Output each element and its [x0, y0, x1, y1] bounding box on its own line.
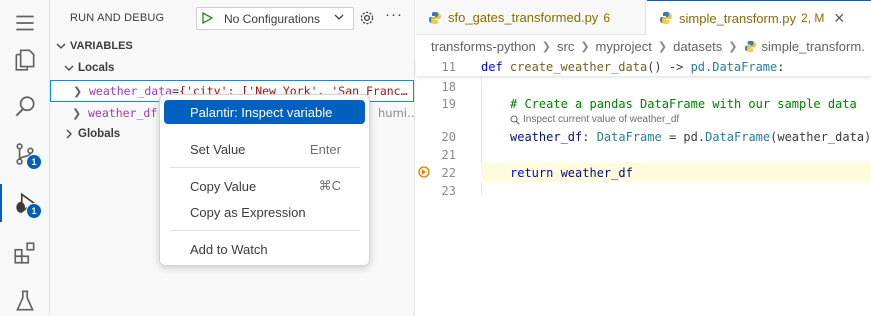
sticky-scroll-header[interactable]: 11 def create_weather_data() -> pd.DataF…: [416, 56, 871, 76]
tab-sfo-gates-transformed[interactable]: sfo_gates_transformed.py 6: [416, 0, 646, 35]
gear-icon[interactable]: [359, 10, 375, 26]
menu-item-shortcut: ⌘C: [318, 178, 341, 193]
python-file-icon: [744, 40, 756, 53]
line-number: 22: [441, 166, 456, 180]
chevron-right-icon: [66, 129, 72, 139]
chevron-right-icon: ❯: [657, 41, 668, 53]
locals-scope[interactable]: Locals: [64, 62, 114, 74]
code-comment: # Create a pandas DataFrame with our sam…: [510, 97, 857, 111]
menu-item-copy-value[interactable]: Copy Value ⌘C: [164, 174, 365, 198]
start-debugging-button[interactable]: [198, 8, 216, 28]
globals-scope[interactable]: Globals: [64, 128, 120, 140]
menu-item-shortcut: Enter: [309, 141, 341, 157]
variable-value-preview: humi…: [378, 106, 414, 120]
tab-filename: sfo_gates_transformed.py: [448, 10, 599, 25]
source-control-badge: 1: [26, 154, 42, 170]
menu-item-label: Set Value: [190, 141, 246, 157]
close-icon[interactable]: ✕: [833, 10, 845, 27]
line-number: 23: [441, 184, 456, 198]
chevron-right-icon: ❯: [73, 84, 83, 98]
search-icon: [510, 114, 520, 125]
chevron-right-icon: ❯: [580, 41, 590, 53]
menu-separator: [170, 230, 360, 231]
locals-label: Locals: [78, 62, 115, 74]
explorer-icon[interactable]: [0, 37, 50, 83]
breadcrumb-item[interactable]: simple_transform.: [762, 39, 865, 54]
breadcrumb-item[interactable]: datasets: [673, 39, 722, 54]
chevron-right-icon: ❯: [728, 41, 738, 53]
search-icon[interactable]: [0, 84, 50, 130]
editor-tabs: sfo_gates_transformed.py 6 simple_transf…: [416, 0, 871, 35]
sticky-code-line: def create_weather_data() -> pd.DataFram…: [481, 60, 785, 74]
line-number: 19: [441, 97, 456, 111]
tab-problem-count: 6: [603, 10, 610, 25]
menu-item-copy-as-expression[interactable]: Copy as Expression: [164, 200, 365, 224]
menu-item-inspect-variable[interactable]: Palantir: Inspect variable: [164, 100, 365, 124]
more-actions-icon[interactable]: ···: [385, 6, 403, 23]
menu-item-label: Copy Value: [190, 178, 257, 194]
python-file-icon: [660, 12, 672, 24]
tab-simple-transform[interactable]: simple_transform.py 2, M ✕: [647, 0, 871, 35]
line-number: 11: [441, 60, 456, 74]
tab-status: 2, M: [801, 11, 825, 25]
line-number: 18: [441, 80, 456, 94]
source-control-icon[interactable]: 1: [0, 131, 50, 177]
breadcrumb-item[interactable]: myproject: [596, 39, 652, 54]
menu-item-label: Palantir: Inspect variable: [190, 104, 333, 120]
menu-item-add-to-watch[interactable]: Add to Watch: [164, 237, 365, 261]
inlay-hint-text: Inspect current value of weather_df: [523, 114, 680, 125]
variables-section-label: VARIABLES: [70, 40, 133, 52]
code-line: return weather_df: [510, 166, 633, 180]
code-line: weather_df: DataFrame = pd.DataFrame(wea…: [510, 130, 871, 144]
chevron-right-icon: ❯: [541, 41, 551, 53]
python-file-icon: [429, 11, 441, 24]
line-number: 20: [441, 130, 456, 144]
activity-bar: 1 1: [0, 0, 50, 316]
inlay-hint[interactable]: Inspect current value of weather_df: [510, 114, 679, 125]
breadcrumb-item[interactable]: src: [557, 39, 574, 54]
globals-label: Globals: [78, 128, 121, 140]
editor-area: sfo_gates_transformed.py 6 simple_transf…: [416, 0, 871, 316]
variables-section-header[interactable]: VARIABLES: [56, 40, 133, 52]
breadcrumb: transforms-python ❯ src ❯ myproject ❯ da…: [431, 39, 865, 54]
menu-separator: [170, 167, 360, 168]
panel-title: RUN AND DEBUG: [70, 12, 165, 24]
variable-name: weather_df: [88, 106, 158, 120]
line-number: 21: [441, 148, 456, 162]
testing-icon[interactable]: [0, 278, 50, 316]
variable-context-menu: Palantir: Inspect variable Set Value Ent…: [159, 94, 370, 266]
menu-item-label: Add to Watch: [190, 241, 268, 257]
run-and-debug-badge: 1: [26, 203, 42, 219]
menu-item-set-value[interactable]: Set Value Enter: [164, 137, 365, 161]
play-icon: [202, 11, 214, 25]
chevron-down-icon: [56, 43, 66, 49]
extensions-icon[interactable]: [0, 230, 50, 276]
tab-filename: simple_transform.py: [679, 10, 797, 26]
menu-item-label: Copy as Expression: [190, 204, 306, 220]
chevron-down-icon: [64, 65, 74, 71]
breadcrumb-item[interactable]: transforms-python: [431, 39, 536, 54]
configuration-label: No Configurations: [224, 12, 321, 26]
run-and-debug-icon[interactable]: 1: [0, 180, 50, 226]
chevron-right-icon: ❯: [72, 106, 82, 120]
chevron-down-icon: [334, 14, 344, 20]
